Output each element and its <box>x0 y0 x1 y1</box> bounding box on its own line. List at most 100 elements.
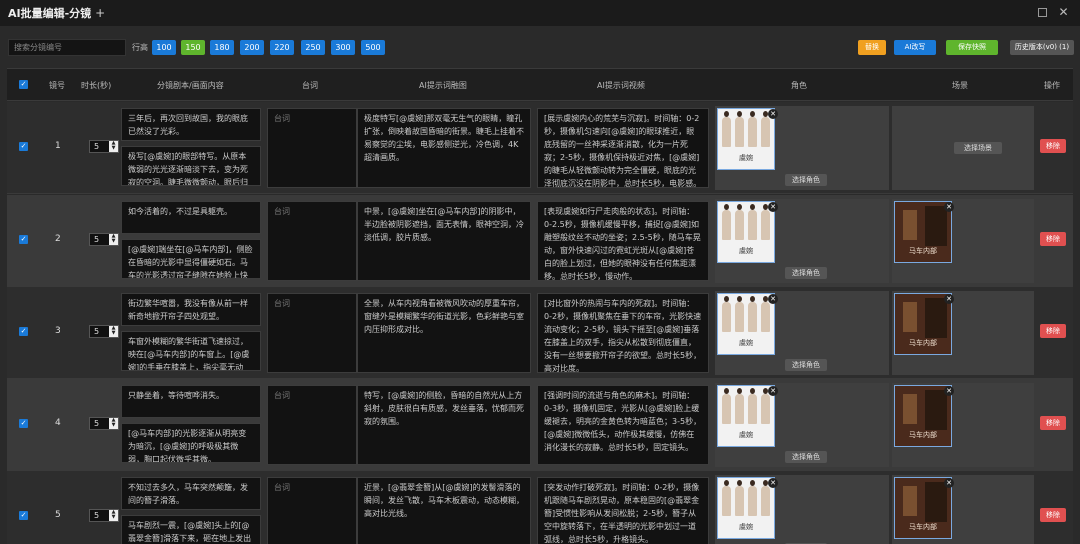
role-name: 虞婉 <box>739 523 753 531</box>
dialogue-input[interactable]: 台词 <box>267 293 357 373</box>
row-checkbox[interactable]: ✓ <box>19 142 28 151</box>
dialogue-input[interactable]: 台词 <box>267 108 357 188</box>
image-prompt-input[interactable]: 中景，[@虞婉]坐在[@马车内部]的阴影中，半边脸被阴影遮挡，面无表情，眼神空洞… <box>357 201 531 281</box>
scene-thumbnail[interactable]: 马车内部 <box>894 477 952 539</box>
row-height-300-button[interactable]: 300 <box>331 40 355 55</box>
stepper-arrows-icon[interactable]: ▲ ▼ <box>109 141 118 152</box>
duration-stepper[interactable]: 5 ▲ ▼ <box>89 233 119 246</box>
script-scene-input[interactable]: 车窗外模糊的繁华街道飞速掠过，映在[@马车内部]的车窗上。[@虞婉]的手垂在膝盖… <box>121 331 261 371</box>
header-script: 分镜剧本/画面内容 <box>157 81 224 90</box>
search-input[interactable]: 搜索分镜编号 <box>8 39 126 56</box>
remove-role-icon[interactable]: ✕ <box>768 202 778 212</box>
header-role: 角色 <box>791 81 807 90</box>
script-scene-input[interactable]: [@马车内部]的光影逐渐从明亮变为暗沉，[@虞婉]的呼吸极其微弱，胸口起伏微乎其… <box>121 423 261 463</box>
row-height-200-button[interactable]: 200 <box>240 40 264 55</box>
duration-stepper[interactable]: 5 ▲ ▼ <box>89 140 119 153</box>
toolbar: 搜索分镜编号 行高 100 150 180 200 220 250 300 50… <box>0 32 1080 62</box>
remove-role-icon[interactable]: ✕ <box>768 386 778 396</box>
ai-rewrite-button[interactable]: AI改写 <box>894 40 936 55</box>
remove-role-icon[interactable]: ✕ <box>768 294 778 304</box>
script-scene-input[interactable]: 极写[@虞婉]的眼部特写。从原本微弱的光光逐渐暗淡下去，变为死寂的空洞。睫毛微微… <box>121 146 261 186</box>
role-thumbnail[interactable]: 虞婉 <box>717 385 775 447</box>
dialogue-input[interactable]: 台词 <box>267 385 357 465</box>
select-role-button[interactable]: 选择角色 <box>785 267 827 279</box>
select-role-button[interactable]: 选择角色 <box>785 174 827 186</box>
select-role-button[interactable]: 选择角色 <box>785 359 827 371</box>
dialogue-input[interactable]: 台词 <box>267 201 357 281</box>
script-line-input[interactable]: 只静坐着，等待喧哗消失。 <box>121 385 261 418</box>
remove-row-button[interactable]: 移除 <box>1040 324 1066 338</box>
scene-thumbnail[interactable]: 马车内部 <box>894 293 952 355</box>
history-button[interactable]: 历史版本(v0) (1) <box>1010 40 1074 55</box>
script-line-input[interactable]: 街边繁华喧嚣，我没有像从前一样新奇地掀开帘子四处观望。 <box>121 293 261 326</box>
video-prompt-input[interactable]: [表现虞婉如行尸走肉般的状态]。时间轴：0-2.5秒，摄像机缓慢平移，捕捉[@虞… <box>537 201 709 281</box>
row-checkbox[interactable]: ✓ <box>19 327 28 336</box>
role-thumbnail[interactable]: 虞婉 <box>717 108 775 170</box>
replace-button[interactable]: 替换 <box>858 40 886 55</box>
close-icon[interactable]: ✕ <box>1057 6 1070 19</box>
row-height-label: 行高 <box>132 43 148 52</box>
image-prompt-input[interactable]: 极度特写[@虞婉]那双毫无生气的眼睛，瞳孔扩张，倒映着故国昏暗的街景。睫毛上挂着… <box>357 108 531 188</box>
video-prompt-input[interactable]: [突发动作打破死寂]。时间轴：0-2秒，摄像机跟随马车剧烈晃动，原本稳固的[@翡… <box>537 477 709 544</box>
image-prompt-input[interactable]: 全景，从车内视角看被微风吹动的厚重车帘，窗缝外是模糊繁华的街道光影，色彩鲜艳与室… <box>357 293 531 373</box>
shot-number: 5 <box>55 510 61 520</box>
duration-stepper[interactable]: 5 ▲ ▼ <box>89 325 119 338</box>
duration-stepper[interactable]: 5 ▲ ▼ <box>89 509 119 522</box>
header-scene: 场景 <box>952 81 968 90</box>
stepper-arrows-icon[interactable]: ▲ ▼ <box>109 326 118 337</box>
save-snapshot-button[interactable]: 保存快照 <box>946 40 998 55</box>
remove-scene-icon[interactable]: ✕ <box>944 294 954 304</box>
image-prompt-input[interactable]: 近景，[@翡翠金簪]从[@虞婉]的发髻滑落的瞬间，发丝飞散，马车木板震动，动态模… <box>357 477 531 544</box>
image-prompt-input[interactable]: 特写，[@虞婉]的侧脸，昏暗的自然光从上方斜射，皮肤很白有质感，发丝垂落，忧郁而… <box>357 385 531 465</box>
scene-thumbnail[interactable]: 马车内部 <box>894 385 952 447</box>
row-height-100-button[interactable]: 100 <box>152 40 176 55</box>
script-line-input[interactable]: 不知过去多久，马车突然颠簸，发间的簪子滑落。 <box>121 477 261 510</box>
role-thumbnail[interactable]: 虞婉 <box>717 293 775 355</box>
video-prompt-input[interactable]: [对比窗外的热闹与车内的死寂]。时间轴：0-2秒，摄像机聚焦在垂下的车帘，光影快… <box>537 293 709 373</box>
header-action: 操作 <box>1044 81 1060 90</box>
role-cell: 虞婉 ✕ 选择角色 <box>715 106 889 190</box>
remove-row-button[interactable]: 移除 <box>1040 508 1066 522</box>
maximize-icon[interactable] <box>1038 8 1047 17</box>
row-checkbox[interactable]: ✓ <box>19 419 28 428</box>
move-icon[interactable]: + <box>95 6 105 20</box>
role-cell: 虞婉 ✕ 选择角色 <box>715 383 889 467</box>
row-height-500-button[interactable]: 500 <box>361 40 385 55</box>
stepper-arrows-icon[interactable]: ▲ ▼ <box>109 510 118 521</box>
duration-value: 5 <box>94 327 100 336</box>
table-row: ✓ 4 5 ▲ ▼ 只静坐着，等待喧哗消失。 [@马车内部]的光影逐渐从明亮变为暗… <box>7 379 1073 471</box>
row-checkbox[interactable]: ✓ <box>19 235 28 244</box>
video-prompt-input[interactable]: [强调时间的流逝与角色的麻木]。时间轴：0-3秒，摄像机固定，光影从[@虞婉]脸… <box>537 385 709 465</box>
header-dialogue: 台词 <box>302 81 318 90</box>
row-height-250-button[interactable]: 250 <box>301 40 325 55</box>
remove-scene-icon[interactable]: ✕ <box>944 478 954 488</box>
remove-scene-icon[interactable]: ✕ <box>944 386 954 396</box>
row-checkbox[interactable]: ✓ <box>19 511 28 520</box>
stepper-arrows-icon[interactable]: ▲ ▼ <box>109 234 118 245</box>
remove-row-button[interactable]: 移除 <box>1040 139 1066 153</box>
select-scene-button[interactable]: 选择场景 <box>954 142 1002 154</box>
select-all-checkbox[interactable]: ✓ <box>19 80 28 89</box>
role-name: 虞婉 <box>739 339 753 347</box>
row-height-220-button[interactable]: 220 <box>270 40 294 55</box>
role-thumbnail[interactable]: 虞婉 <box>717 201 775 263</box>
scene-cell: 马车内部 ✕ <box>892 291 1034 375</box>
remove-role-icon[interactable]: ✕ <box>768 109 778 119</box>
dialogue-input[interactable]: 台词 <box>267 477 357 544</box>
script-line-input[interactable]: 三年后，再次回到故国，我的眼底已然没了光彩。 <box>121 108 261 141</box>
duration-stepper[interactable]: 5 ▲ ▼ <box>89 417 119 430</box>
remove-role-icon[interactable]: ✕ <box>768 478 778 488</box>
scene-thumbnail[interactable]: 马车内部 <box>894 201 952 263</box>
remove-scene-icon[interactable]: ✕ <box>944 202 954 212</box>
row-height-150-button[interactable]: 150 <box>181 40 205 55</box>
role-thumbnail[interactable]: 虞婉 <box>717 477 775 539</box>
select-role-button[interactable]: 选择角色 <box>785 451 827 463</box>
script-scene-input[interactable]: 马车剧烈一震，[@虞婉]头上的[@翡翠金簪]滑落下来，砸在地上发出清脆的声响。 <box>121 515 261 544</box>
script-line-input[interactable]: 如今活着的，不过是具躯壳。 <box>121 201 261 234</box>
script-scene-input[interactable]: [@虞婉]端坐在[@马车内部]，侧脸在昏暗的光影中显得僵硬如石。马车的光影透过帘… <box>121 239 261 279</box>
row-height-180-button[interactable]: 180 <box>210 40 234 55</box>
remove-row-button[interactable]: 移除 <box>1040 416 1066 430</box>
stepper-arrows-icon[interactable]: ▲ ▼ <box>109 418 118 429</box>
remove-row-button[interactable]: 移除 <box>1040 232 1066 246</box>
video-prompt-input[interactable]: [展示虞婉内心的荒芜与沉寂]。时间轴：0-2秒，摄像机匀速向[@虞婉]的眼球推近… <box>537 108 709 188</box>
